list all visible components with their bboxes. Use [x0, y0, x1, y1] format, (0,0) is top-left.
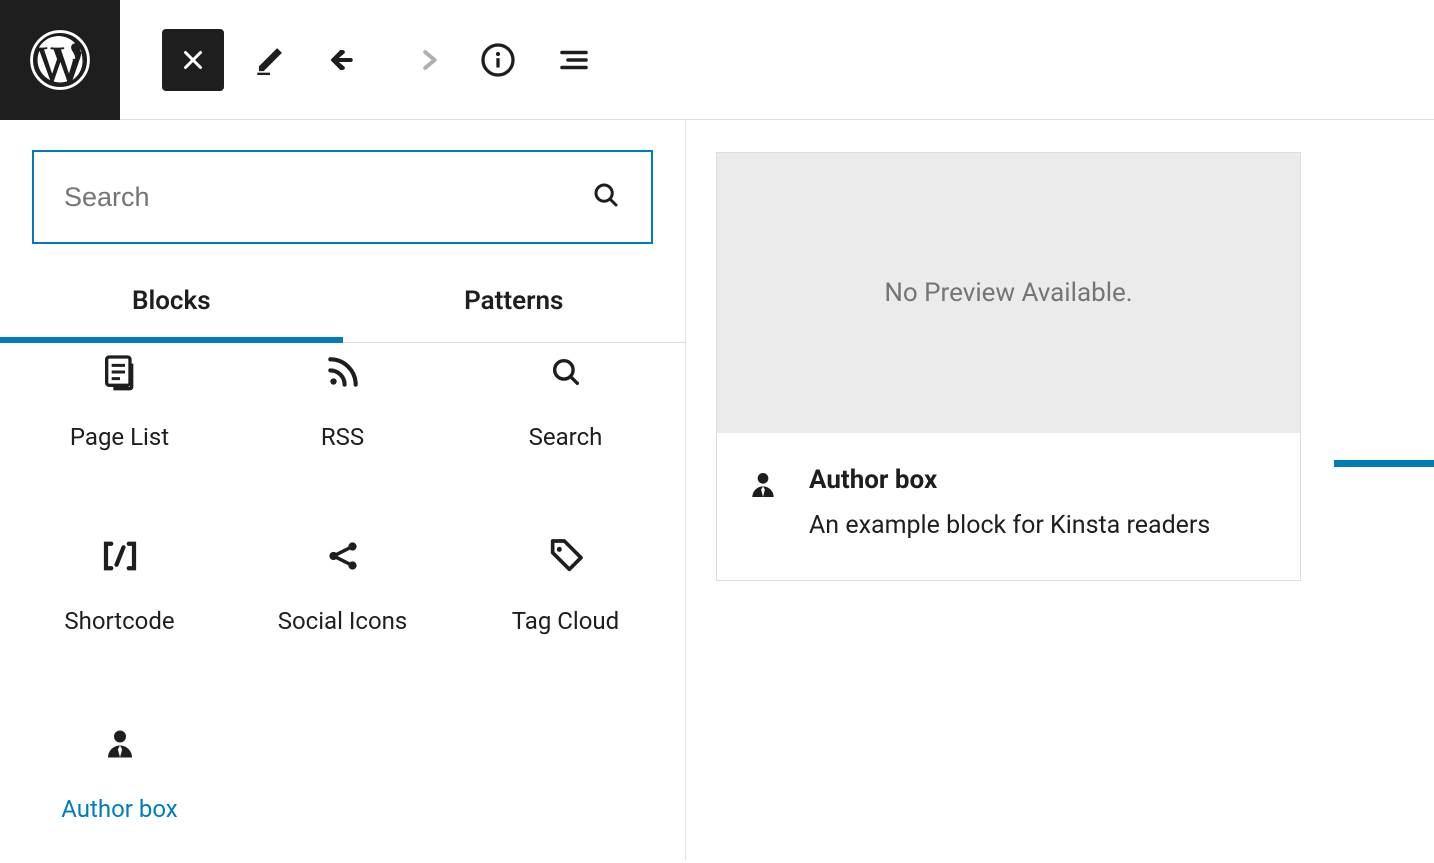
preview-pane: No Preview Available. Author box An exam… [686, 120, 1434, 860]
close-inserter-button[interactable] [162, 29, 224, 91]
block-label: Search [529, 423, 603, 451]
block-label: Tag Cloud [512, 607, 619, 635]
block-grid: Page List RSS Search Shortcode [0, 343, 685, 863]
preview-description: An example block for Kinsta readers [809, 511, 1210, 540]
undo-icon [327, 41, 365, 79]
block-label: RSS [321, 423, 364, 451]
preview-card: No Preview Available. Author box An exam… [716, 152, 1301, 581]
block-author-box[interactable]: Author box [8, 675, 231, 863]
search-field[interactable] [32, 150, 653, 244]
block-label: Social Icons [278, 607, 408, 635]
info-button[interactable] [468, 30, 528, 90]
close-icon [178, 45, 208, 75]
list-view-icon [556, 42, 592, 78]
edit-tool-button[interactable] [240, 30, 300, 90]
redo-icon [403, 41, 441, 79]
shortcode-icon [99, 535, 141, 577]
block-tag-cloud[interactable]: Tag Cloud [454, 491, 677, 675]
block-rss[interactable]: RSS [231, 343, 454, 491]
block-page-list[interactable]: Page List [8, 343, 231, 491]
inserter-tabs: Blocks Patterns [0, 264, 685, 343]
search-icon [591, 180, 621, 214]
info-icon [480, 42, 516, 78]
rss-icon [324, 351, 362, 393]
block-social-icons[interactable]: Social Icons [231, 491, 454, 675]
person-tie-icon [102, 723, 138, 765]
editor-toolbar [0, 0, 1434, 120]
wordpress-icon [29, 29, 91, 91]
share-icon [324, 535, 362, 577]
tag-icon [546, 535, 586, 577]
tab-blocks[interactable]: Blocks [0, 264, 343, 343]
page-list-icon [100, 351, 140, 393]
pencil-icon [251, 41, 289, 79]
preview-block-icon [747, 465, 779, 505]
search-block-icon [549, 351, 583, 393]
tab-patterns[interactable]: Patterns [343, 264, 686, 343]
block-label: Author box [61, 795, 177, 823]
preview-placeholder: No Preview Available. [717, 153, 1300, 433]
block-label: Shortcode [64, 607, 174, 635]
block-search[interactable]: Search [454, 343, 677, 491]
search-input[interactable] [64, 182, 621, 213]
preview-title: Author box [809, 465, 1210, 495]
block-label: Page List [70, 423, 169, 451]
wordpress-logo[interactable] [0, 0, 120, 120]
list-view-button[interactable] [544, 30, 604, 90]
side-accent [1334, 460, 1434, 467]
undo-button[interactable] [316, 30, 376, 90]
block-shortcode[interactable]: Shortcode [8, 491, 231, 675]
redo-button [392, 30, 452, 90]
block-inserter-panel: Blocks Patterns Page List RSS Search [0, 120, 686, 860]
